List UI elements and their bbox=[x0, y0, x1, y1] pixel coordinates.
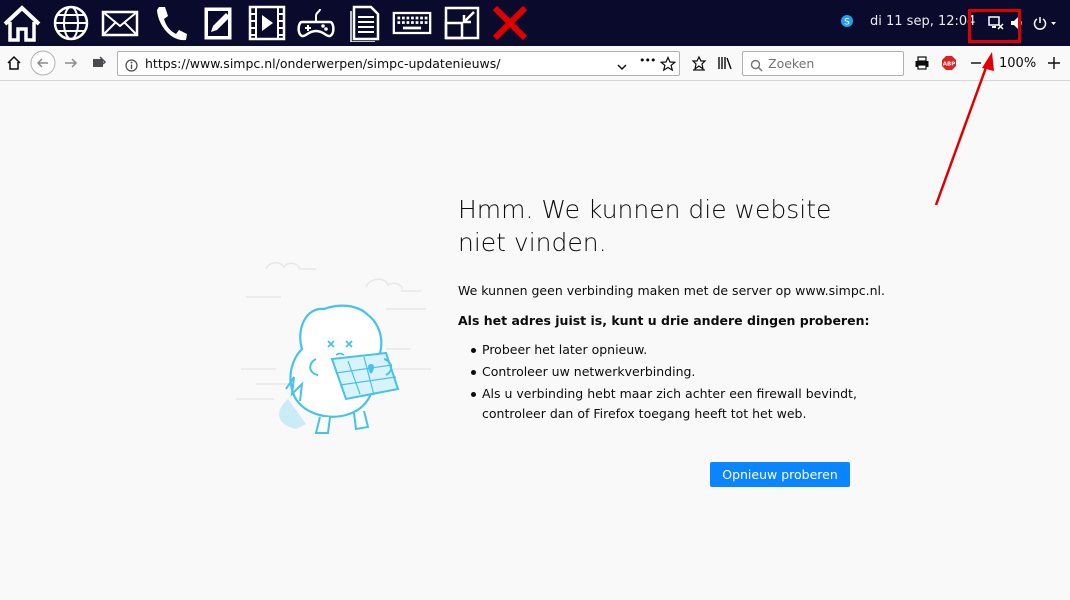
home-icon[interactable] bbox=[2, 4, 42, 42]
adblock-label: ABP bbox=[943, 62, 955, 68]
skype-icon[interactable]: S bbox=[840, 13, 854, 32]
mail-icon[interactable] bbox=[100, 4, 140, 42]
lost-monster-illustration bbox=[236, 249, 436, 443]
document-icon[interactable] bbox=[345, 4, 385, 42]
url-bar[interactable]: https://www.simpc.nl/onderwerpen/simpc-u… bbox=[117, 51, 680, 76]
error-description: We kunnen geen verbinding maken met de s… bbox=[458, 283, 885, 298]
retry-button[interactable]: Opnieuw proberen bbox=[710, 462, 850, 487]
clock[interactable]: di 11 sep, 12:04 bbox=[870, 14, 975, 29]
zoom-in-button[interactable] bbox=[1044, 51, 1064, 75]
tips-list: Probeer het later opnieuw. Controleer uw… bbox=[458, 340, 858, 426]
search-placeholder[interactable]: Zoeken bbox=[768, 56, 814, 71]
keyboard-icon[interactable] bbox=[392, 4, 432, 42]
svg-text:S: S bbox=[844, 18, 850, 28]
back-button[interactable] bbox=[30, 50, 56, 76]
home-button[interactable] bbox=[4, 51, 24, 75]
power-icon[interactable] bbox=[1033, 15, 1057, 34]
list-item: Als u verbinding hebt maar zich achter e… bbox=[458, 384, 858, 424]
chevron-down-icon[interactable] bbox=[616, 58, 628, 77]
adblock-icon[interactable]: ABP bbox=[940, 51, 958, 75]
phone-icon[interactable] bbox=[150, 4, 190, 42]
taskbar: S di 11 sep, 12:04 bbox=[0, 0, 1070, 46]
print-icon[interactable] bbox=[913, 51, 931, 75]
zoom-level[interactable]: 100% bbox=[999, 56, 1036, 71]
globe-icon[interactable] bbox=[51, 4, 91, 42]
info-icon[interactable] bbox=[125, 57, 138, 76]
page-actions-button[interactable]: ••• bbox=[639, 54, 656, 67]
gamepad-icon[interactable] bbox=[296, 4, 336, 42]
extension-icon[interactable] bbox=[89, 51, 109, 75]
highlight-box bbox=[968, 9, 1021, 43]
library-icon[interactable] bbox=[716, 51, 734, 75]
error-suggestion-heading: Als het adres juist is, kunt u drie ande… bbox=[458, 313, 870, 328]
notepad-icon[interactable] bbox=[199, 4, 239, 42]
search-bar[interactable]: Zoeken bbox=[742, 51, 904, 76]
video-icon[interactable] bbox=[247, 4, 287, 42]
reading-list-icon[interactable] bbox=[690, 51, 708, 75]
zoom-out-button[interactable] bbox=[967, 51, 985, 75]
bookmark-star-icon[interactable] bbox=[659, 56, 677, 76]
search-icon bbox=[750, 57, 763, 76]
list-item: Probeer het later opnieuw. bbox=[458, 340, 858, 360]
error-page: Hmm. We kunnen die website niet vinden. … bbox=[0, 81, 1070, 600]
list-item: Controleer uw netwerkverbinding. bbox=[458, 362, 858, 382]
minimize-window-icon[interactable] bbox=[442, 4, 482, 42]
close-x-icon[interactable] bbox=[490, 4, 530, 42]
forward-button[interactable] bbox=[61, 51, 81, 75]
browser-toolbar: https://www.simpc.nl/onderwerpen/simpc-u… bbox=[0, 46, 1070, 81]
url-text[interactable]: https://www.simpc.nl/onderwerpen/simpc-u… bbox=[145, 56, 500, 71]
error-title: Hmm. We kunnen die website niet vinden. bbox=[458, 195, 832, 257]
